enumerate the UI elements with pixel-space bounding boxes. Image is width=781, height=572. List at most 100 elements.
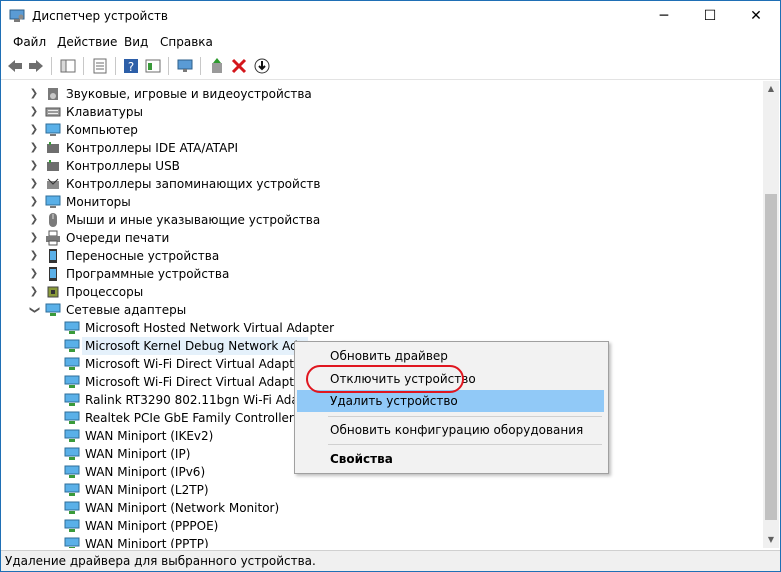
- forward-arrow-icon[interactable]: [27, 57, 45, 75]
- tree-category-processors[interactable]: ❯ Процессоры: [1, 283, 760, 301]
- chevron-down-icon[interactable]: ❯: [25, 305, 43, 315]
- tree-category-sound[interactable]: ❯ Звуковые, игровые и видеоустройства: [1, 85, 760, 103]
- menu-action[interactable]: Действие: [57, 35, 117, 49]
- chevron-right-icon[interactable]: ❯: [29, 211, 39, 229]
- adapter-label: WAN Miniport (IKEv2): [85, 429, 214, 443]
- show-hide-tree-icon[interactable]: [59, 57, 77, 75]
- tree-category-monitors[interactable]: ❯ Мониторы: [1, 193, 760, 211]
- network-adapter-icon: [64, 429, 80, 442]
- chevron-right-icon[interactable]: ❯: [29, 265, 39, 283]
- device-manager-icon: [9, 9, 25, 22]
- properties-icon[interactable]: [91, 57, 109, 75]
- network-adapter-icon: [64, 501, 80, 514]
- window-title: Диспетчер устройств: [32, 9, 169, 23]
- speaker-icon: [48, 88, 58, 100]
- adapter-item[interactable]: WAN Miniport (PPTP): [1, 535, 760, 548]
- tree-category-usb[interactable]: ❯ Контроллеры USB: [1, 157, 760, 175]
- network-adapter-icon: [45, 303, 61, 316]
- close-button[interactable]: ✕: [733, 1, 779, 32]
- chevron-right-icon[interactable]: ❯: [29, 121, 39, 139]
- tree-category-label: Контроллеры запоминающих устройств: [66, 177, 321, 191]
- chevron-right-icon[interactable]: ❯: [29, 229, 39, 247]
- tree-category-portable[interactable]: ❯ Переносные устройства: [1, 247, 760, 265]
- tree-category-label: Мыши и иные указывающие устройства: [66, 213, 321, 227]
- toolbar-divider: [115, 57, 116, 75]
- update-driver-icon[interactable]: [208, 57, 226, 75]
- network-adapter-icon: [64, 357, 80, 370]
- adapter-label: WAN Miniport (PPTP): [85, 537, 209, 548]
- scroll-up-arrow-icon[interactable]: ▲: [763, 81, 779, 97]
- chevron-right-icon[interactable]: ❯: [29, 193, 39, 211]
- chevron-right-icon[interactable]: ❯: [29, 175, 39, 193]
- storage-controller-icon: [47, 178, 59, 189]
- network-adapter-icon: [64, 393, 80, 406]
- title-bar[interactable]: Диспетчер устройств ─ ☐ ✕: [1, 1, 780, 32]
- adapter-label: Microsoft Wi-Fi Direct Virtual Adapter: [85, 357, 307, 371]
- toolbar-divider: [51, 57, 52, 75]
- minimize-button[interactable]: ─: [641, 1, 687, 32]
- menu-view[interactable]: Вид: [124, 35, 148, 49]
- processor-icon: [47, 286, 59, 298]
- chevron-right-icon[interactable]: ❯: [29, 247, 39, 265]
- device-tree[interactable]: ❯ Звуковые, игровые и видеоустройства ❯ …: [1, 81, 760, 548]
- menu-uninstall-device[interactable]: Удалить устройство: [297, 390, 604, 412]
- chevron-right-icon[interactable]: ❯: [29, 283, 39, 301]
- tree-category-ide[interactable]: ❯ Контроллеры IDE ATA/ATAPI: [1, 139, 760, 157]
- tree-category-keyboards[interactable]: ❯ Клавиатуры: [1, 103, 760, 121]
- chevron-right-icon[interactable]: ❯: [29, 139, 39, 157]
- network-adapter-icon: [64, 375, 80, 388]
- menu-separator: [328, 444, 602, 445]
- back-arrow-icon[interactable]: [6, 57, 24, 75]
- menu-file[interactable]: Файл: [13, 35, 46, 49]
- usb-icon: [47, 160, 59, 171]
- vertical-scrollbar[interactable]: ▲ ▼: [763, 81, 779, 548]
- menu-help[interactable]: Справка: [160, 35, 213, 49]
- tree-category-label: Мониторы: [66, 195, 131, 209]
- ide-controller-icon: [47, 142, 59, 153]
- toolbar-divider: [200, 57, 201, 75]
- menu-scan-hardware[interactable]: Обновить конфигурацию оборудования: [297, 419, 604, 441]
- tree-category-label: Компьютер: [66, 123, 138, 137]
- toolbar-divider: [83, 57, 84, 75]
- tree-category-mice[interactable]: ❯ Мыши и иные указывающие устройства: [1, 211, 760, 229]
- network-adapter-icon: [64, 483, 80, 496]
- menu-bar: Файл Действие Вид Справка: [1, 32, 780, 52]
- download-circle-icon[interactable]: [253, 57, 271, 75]
- network-adapter-icon: [64, 465, 80, 478]
- keyboard-icon: [45, 107, 61, 117]
- tree-category-computer[interactable]: ❯ Компьютер: [1, 121, 760, 139]
- scroll-down-arrow-icon[interactable]: ▼: [763, 532, 779, 548]
- adapter-item[interactable]: WAN Miniport (PPPOE): [1, 517, 760, 535]
- tree-category-software[interactable]: ❯ Программные устройства: [1, 265, 760, 283]
- menu-properties[interactable]: Свойства: [297, 448, 604, 470]
- tree-category-storage[interactable]: ❯ Контроллеры запоминающих устройств: [1, 175, 760, 193]
- toolbar: ?: [1, 53, 780, 80]
- portable-device-icon: [49, 249, 57, 263]
- chevron-right-icon[interactable]: ❯: [29, 85, 39, 103]
- scroll-thumb[interactable]: [765, 194, 777, 520]
- monitor-scan-icon[interactable]: [176, 57, 194, 75]
- adapter-item[interactable]: WAN Miniport (L2TP): [1, 481, 760, 499]
- toolbar-divider: [168, 57, 169, 75]
- tree-category-print-queues[interactable]: ❯ Очереди печати: [1, 229, 760, 247]
- adapter-item[interactable]: Microsoft Hosted Network Virtual Adapter: [1, 319, 760, 337]
- chevron-right-icon[interactable]: ❯: [29, 103, 39, 121]
- svg-text:?: ?: [128, 60, 134, 74]
- view-icon[interactable]: [144, 57, 162, 75]
- network-adapter-icon: [64, 519, 80, 532]
- status-bar: Удаление драйвера для выбранного устройс…: [1, 550, 780, 571]
- device-manager-window: Диспетчер устройств ─ ☐ ✕ Файл Действие …: [0, 0, 781, 572]
- monitor-icon: [45, 195, 61, 208]
- adapter-label: WAN Miniport (L2TP): [85, 483, 209, 497]
- network-adapter-icon: [64, 537, 80, 548]
- adapter-item[interactable]: WAN Miniport (Network Monitor): [1, 499, 760, 517]
- maximize-button[interactable]: ☐: [687, 1, 733, 32]
- help-icon[interactable]: ?: [122, 57, 140, 75]
- menu-update-driver[interactable]: Обновить драйвер: [297, 345, 604, 367]
- tree-category-network[interactable]: ❯ Сетевые адаптеры: [1, 301, 760, 319]
- uninstall-x-icon[interactable]: [230, 57, 248, 75]
- printer-icon: [46, 230, 60, 246]
- adapter-label: Microsoft Wi-Fi Direct Virtual Adapter #…: [85, 375, 328, 389]
- adapter-label: WAN Miniport (Network Monitor): [85, 501, 280, 515]
- chevron-right-icon[interactable]: ❯: [29, 157, 39, 175]
